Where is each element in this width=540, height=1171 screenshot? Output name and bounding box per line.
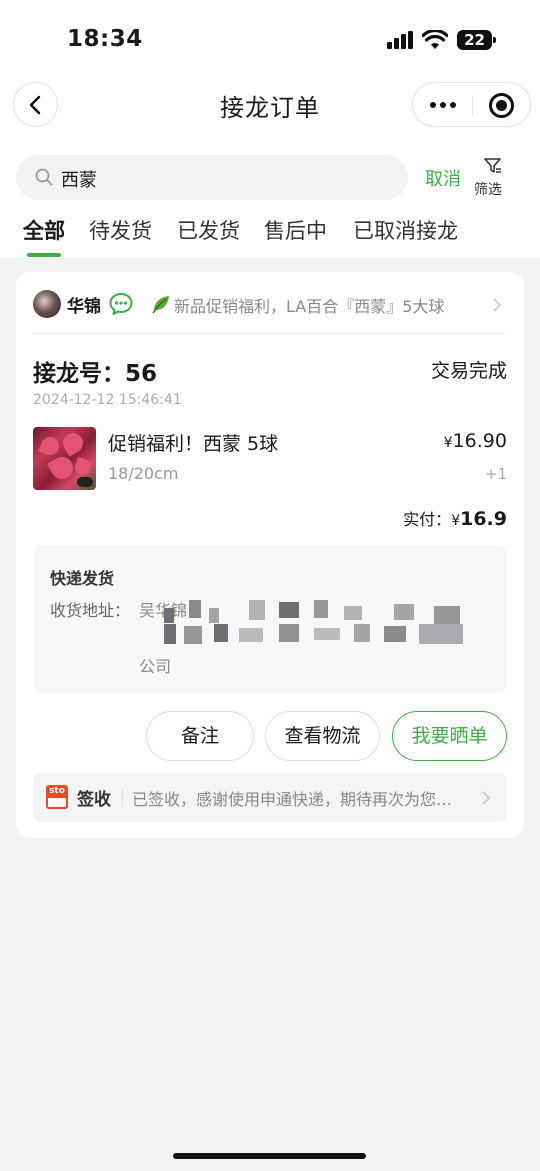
address-end: 公司 (139, 657, 172, 676)
filter-icon (484, 158, 501, 173)
paid-value: 16.9 (460, 508, 507, 530)
tracking-bar[interactable]: sto 签收 已签收，感谢使用申通快递，期待再次为您服务 (33, 773, 507, 822)
divider (33, 333, 507, 334)
filter-button[interactable]: 筛选 (474, 155, 510, 199)
filter-label: 筛选 (474, 182, 502, 198)
tab-cancelled[interactable]: 已取消接龙 (353, 215, 458, 245)
tracking-message: 已签收，感谢使用申通快递，期待再次为您服务 (132, 790, 462, 809)
address-label: 收货地址： (50, 601, 131, 620)
shipping-method: 快递发货 (50, 569, 115, 588)
chevron-right-icon (482, 791, 491, 805)
leaf-icon (152, 296, 169, 314)
sto-logo-icon: sto (46, 785, 68, 809)
share-review-button[interactable]: 我要晒单 (392, 711, 507, 761)
price-value: 16.90 (452, 430, 507, 452)
shipping-panel: 快递发货 收货地址： 吴华锦 公司 (33, 545, 507, 693)
header-area: 18:34 22 接龙订单 西蒙 取消 筛选 全部 待发货 已发货 售后中 已取… (0, 0, 540, 258)
product-image[interactable] (33, 427, 96, 490)
paid-label: 实付： (403, 510, 452, 529)
battery-icon: 22 (457, 30, 496, 50)
miniprogram-capsule (412, 82, 531, 127)
status-bar: 18:34 22 (0, 0, 540, 80)
tab-all[interactable]: 全部 (23, 215, 65, 245)
seller-avatar (33, 290, 61, 318)
wifi-icon (422, 30, 448, 49)
order-number: 接龙号：56 (33, 354, 157, 388)
order-datetime: 2024-12-12 15:46:41 (33, 392, 182, 408)
tab-shipped[interactable]: 已发货 (177, 215, 240, 245)
tab-after-sales[interactable]: 售后中 (264, 215, 327, 245)
home-indicator (173, 1153, 366, 1159)
seller-name[interactable]: 华锦 (67, 292, 101, 317)
watermark-icon (77, 477, 93, 487)
search-input[interactable]: 西蒙 (61, 166, 97, 192)
product-quantity: +1 (484, 465, 507, 483)
product-spec: 18/20cm (108, 464, 179, 483)
remark-button[interactable]: 备注 (146, 711, 254, 761)
tracking-status: 签收 (77, 790, 111, 810)
tracking-divider (122, 789, 123, 806)
more-icon[interactable] (430, 102, 456, 108)
chat-icon[interactable] (108, 291, 134, 317)
tab-pending-shipment[interactable]: 待发货 (89, 215, 152, 245)
capsule-divider (472, 95, 473, 115)
address-redaction (139, 600, 479, 650)
paid-amount: 实付：¥16.9 (403, 506, 507, 530)
price-currency: ¥ (443, 435, 453, 451)
view-logistics-button[interactable]: 查看物流 (265, 711, 380, 761)
close-miniprogram-icon[interactable] (489, 93, 514, 118)
chevron-right-icon (493, 298, 502, 312)
order-status: 交易完成 (430, 360, 507, 382)
order-card[interactable]: 华锦 新品促销福利，LA百合『西蒙』5大球 接龙号：56 交易完成 2024-1… (16, 272, 524, 838)
product-name[interactable]: 促销福利！西蒙 5球 (108, 429, 278, 456)
status-time: 18:34 (67, 26, 143, 52)
cancel-search-button[interactable]: 取消 (425, 165, 461, 191)
cellular-signal-icon (387, 31, 415, 49)
paid-currency: ¥ (451, 513, 461, 529)
active-tab-indicator (27, 253, 61, 257)
product-price: ¥16.90 (444, 430, 507, 452)
search-bar[interactable]: 西蒙 (16, 155, 408, 200)
search-icon (35, 168, 53, 186)
order-number-value: 56 (125, 361, 158, 387)
group-title[interactable]: 新品促销福利，LA百合『西蒙』5大球 (174, 293, 476, 317)
order-number-label: 接龙号： (33, 361, 125, 387)
